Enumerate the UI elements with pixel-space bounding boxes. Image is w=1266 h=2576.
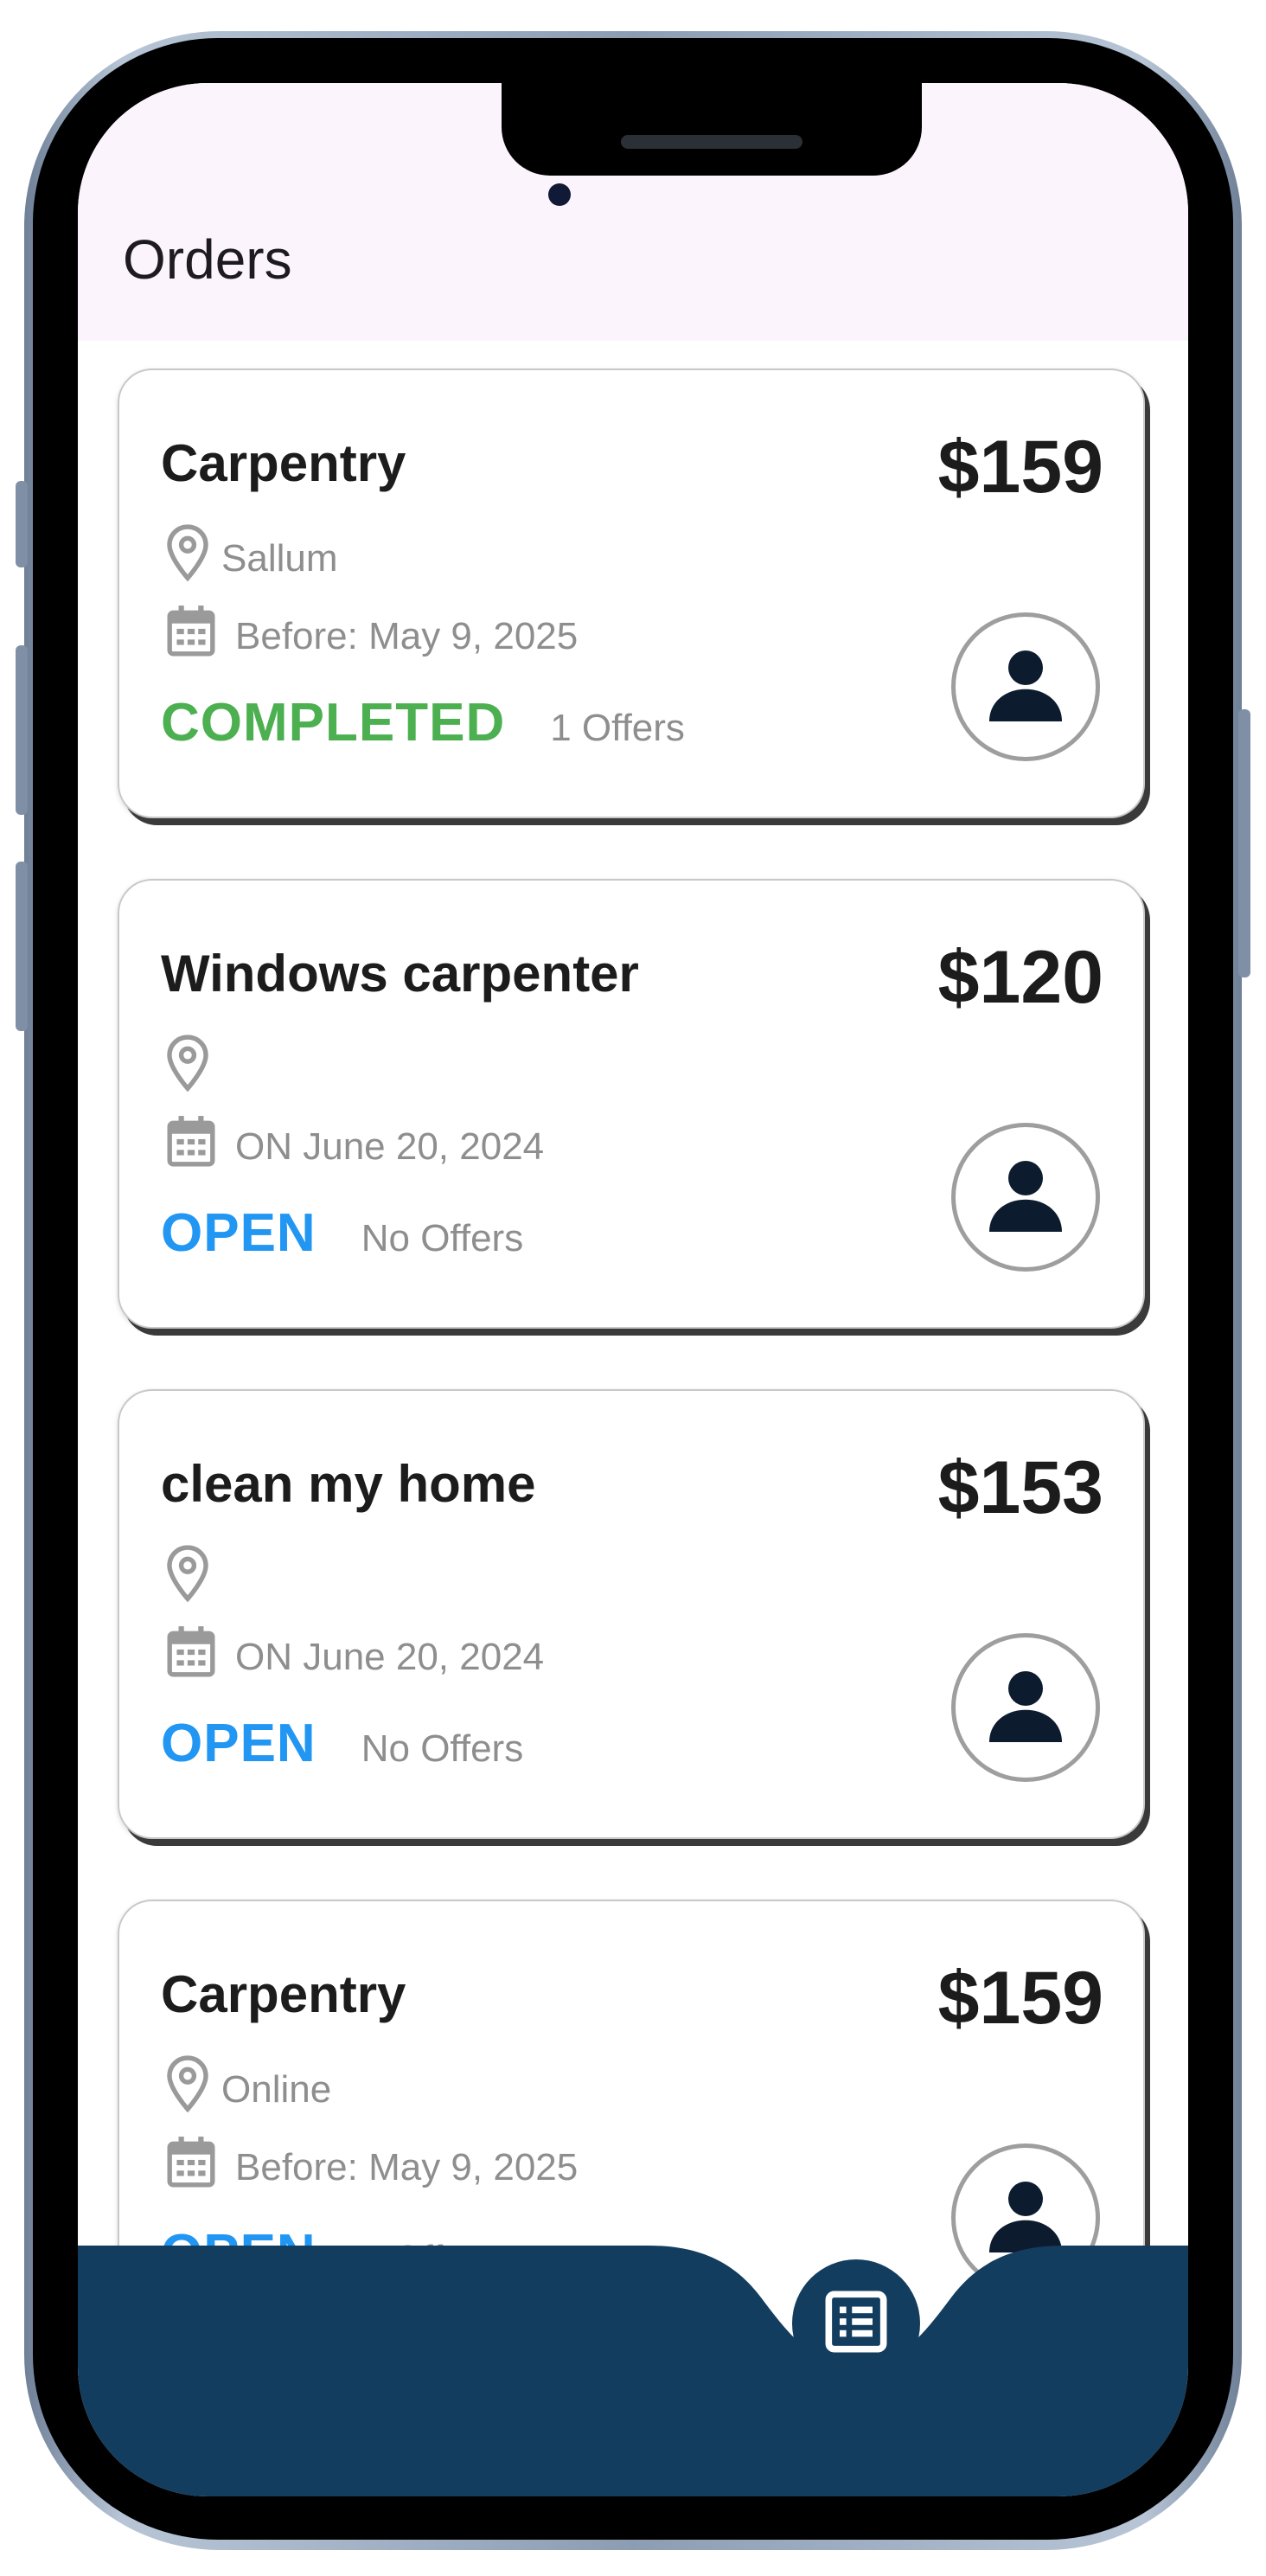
calendar-icon <box>166 2135 216 2201</box>
location-row: Sallum <box>166 524 338 593</box>
notch <box>502 83 922 176</box>
status-label: COMPLETED <box>161 693 506 753</box>
calendar-icon <box>166 604 216 670</box>
order-date: Before: May 9, 2025 <box>235 615 579 657</box>
offers-count: 1 Offers <box>550 707 685 749</box>
order-location: Sallum <box>221 537 338 580</box>
location-pin-icon <box>166 524 209 593</box>
offers-count: No Offers <box>361 1217 524 1259</box>
avatar[interactable] <box>951 1633 1100 1782</box>
order-card[interactable]: clean my home $153 ON June 20, 2024 OPEN… <box>118 1389 1145 1839</box>
nav-orders[interactable] <box>792 2259 920 2387</box>
calendar-icon <box>166 1114 216 1180</box>
status-label: OPEN <box>161 1714 316 1773</box>
orders-list-icon <box>823 2289 889 2359</box>
location-row: Online <box>166 2055 331 2124</box>
mute-switch <box>16 481 28 567</box>
calendar-icon <box>166 1624 216 1690</box>
order-title: Windows carpenter <box>161 945 639 1003</box>
order-title: Carpentry <box>161 1965 406 2023</box>
volume-up-button <box>16 645 28 815</box>
power-button <box>1238 709 1250 977</box>
date-row: ON June 20, 2024 <box>166 1114 544 1180</box>
screen: Orders Carpentry $159 Sallum Before: May… <box>78 83 1188 2496</box>
front-camera <box>548 183 571 206</box>
offers-count: No Offers <box>361 1727 524 1770</box>
person-icon <box>984 644 1067 731</box>
order-price: $159 <box>937 426 1103 509</box>
status-line: OPEN No Offers <box>161 1713 523 1774</box>
avatar[interactable] <box>951 1123 1100 1272</box>
location-row <box>166 1545 221 1614</box>
order-card[interactable]: Carpentry $159 Sallum Before: May 9, 202… <box>118 368 1145 818</box>
location-pin-icon <box>166 2055 209 2124</box>
order-card[interactable]: Windows carpenter $120 ON June 20, 2024 … <box>118 879 1145 1329</box>
location-pin-icon <box>166 1545 209 1614</box>
order-location: Online <box>221 2068 332 2111</box>
volume-down-button <box>16 862 28 1031</box>
order-price: $120 <box>937 936 1103 1019</box>
person-icon <box>984 1154 1067 1241</box>
date-row: ON June 20, 2024 <box>166 1624 544 1690</box>
status-label: OPEN <box>161 1203 316 1263</box>
location-pin-icon <box>166 1035 209 1104</box>
order-date: ON June 20, 2024 <box>235 1636 545 1678</box>
order-title: clean my home <box>161 1455 536 1513</box>
date-row: Before: May 9, 2025 <box>166 2135 578 2201</box>
order-price: $153 <box>937 1446 1103 1529</box>
order-title: Carpentry <box>161 434 406 492</box>
status-line: COMPLETED 1 Offers <box>161 692 685 753</box>
order-price: $159 <box>937 1957 1103 2040</box>
location-row <box>166 1035 221 1104</box>
page-title: Orders <box>123 228 292 291</box>
date-row: Before: May 9, 2025 <box>166 604 578 670</box>
person-icon <box>984 1664 1067 1752</box>
bottom-nav <box>78 2246 1188 2496</box>
order-date: Before: May 9, 2025 <box>235 2146 579 2188</box>
avatar[interactable] <box>951 612 1100 761</box>
status-line: OPEN No Offers <box>161 1202 523 1264</box>
speaker-grille <box>621 135 802 149</box>
order-date: ON June 20, 2024 <box>235 1125 545 1168</box>
